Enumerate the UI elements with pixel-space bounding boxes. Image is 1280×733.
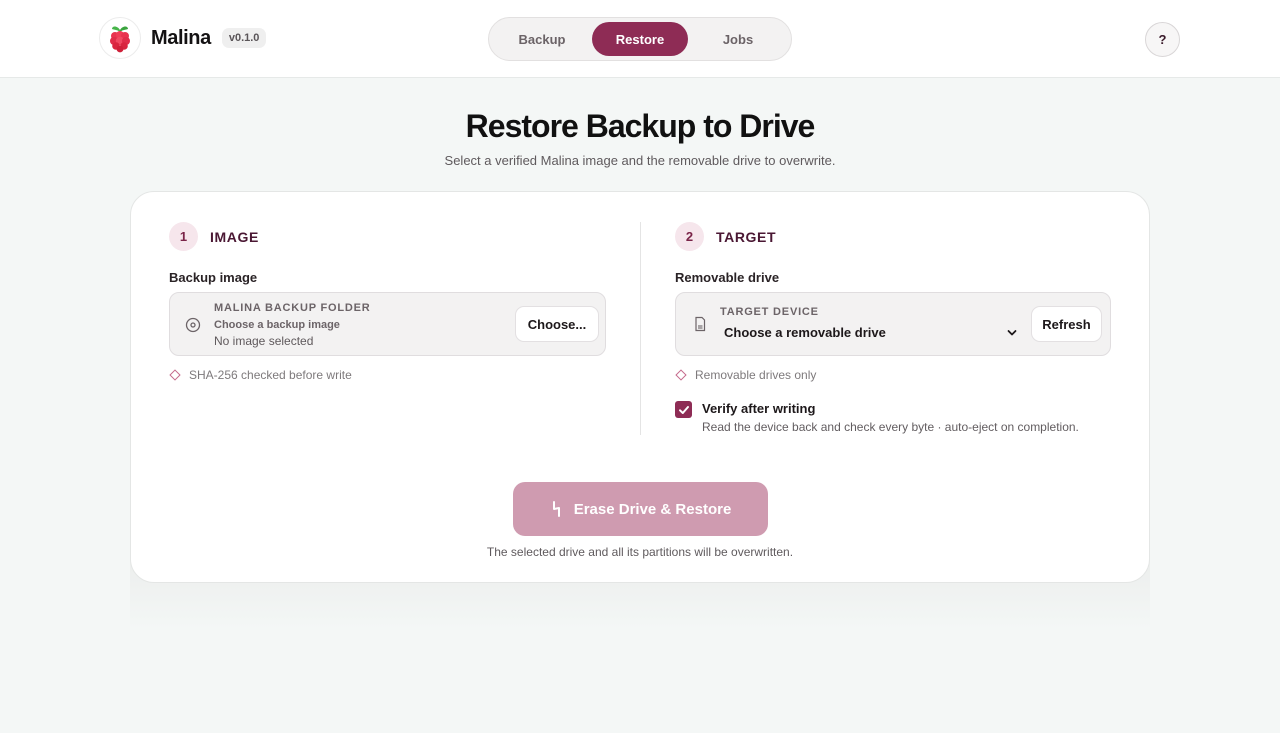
brand: Malina v0.1.0 [99, 17, 267, 59]
erase-restore-label: Erase Drive & Restore [573, 500, 732, 518]
sd-card-icon [695, 316, 706, 332]
chevron-down-icon[interactable] [1006, 327, 1018, 339]
app-name: Malina [151, 26, 211, 49]
removable-hint-text: Removable drives only [695, 368, 817, 382]
tab-jobs[interactable]: Jobs [689, 22, 787, 56]
removable-drive-label: Removable drive [675, 270, 780, 285]
page-subtitle: Select a verified Malina image and the r… [444, 153, 836, 168]
step-number-target: 2 [675, 222, 704, 251]
step-title-target: TARGET [716, 229, 777, 245]
erase-restore-button[interactable]: Erase Drive & Restore [513, 482, 768, 536]
disc-icon [185, 317, 201, 333]
backup-folder-caption: MALINA BACKUP FOLDER [214, 302, 371, 314]
app-header: Malina v0.1.0 Backup Restore Jobs ? [0, 0, 1280, 78]
verify-checkbox[interactable] [675, 401, 692, 418]
step-title-image: IMAGE [210, 229, 259, 245]
refresh-drives-button[interactable]: Refresh [1031, 306, 1102, 342]
help-button[interactable]: ? [1145, 22, 1180, 57]
sha-hint: SHA-256 checked before write [169, 368, 352, 382]
backup-image-label: Backup image [169, 270, 258, 285]
section-divider [640, 222, 641, 435]
verify-description: Read the device back and check every byt… [702, 420, 1079, 434]
choose-image-instruction: Choose a backup image [214, 319, 340, 331]
sha-hint-text: SHA-256 checked before write [189, 368, 352, 382]
tab-backup[interactable]: Backup [493, 22, 591, 56]
lightning-icon [552, 501, 560, 517]
backup-image-picker: MALINA BACKUP FOLDER Choose a backup ima… [169, 292, 606, 356]
overwrite-warning: The selected drive and all its partition… [486, 545, 794, 559]
step-number-image: 1 [169, 222, 198, 251]
diamond-icon [675, 369, 687, 381]
selected-image-value: No image selected [214, 334, 314, 348]
verify-label[interactable]: Verify after writing [702, 401, 815, 416]
diamond-icon [169, 369, 181, 381]
version-badge: v0.1.0 [221, 28, 267, 48]
raspberry-logo-icon [99, 17, 141, 59]
tab-restore[interactable]: Restore [592, 22, 688, 56]
choose-image-button[interactable]: Choose... [515, 306, 599, 342]
removable-hint: Removable drives only [675, 368, 816, 382]
checkmark-icon [678, 405, 689, 414]
target-drive-select[interactable]: Choose a removable drive [724, 325, 886, 340]
main-tabs: Backup Restore Jobs [488, 17, 792, 61]
target-device-picker: TARGET DEVICE Choose a removable drive R… [675, 292, 1111, 356]
target-device-caption: TARGET DEVICE [720, 306, 819, 318]
page-title: Restore Backup to Drive [465, 108, 816, 144]
